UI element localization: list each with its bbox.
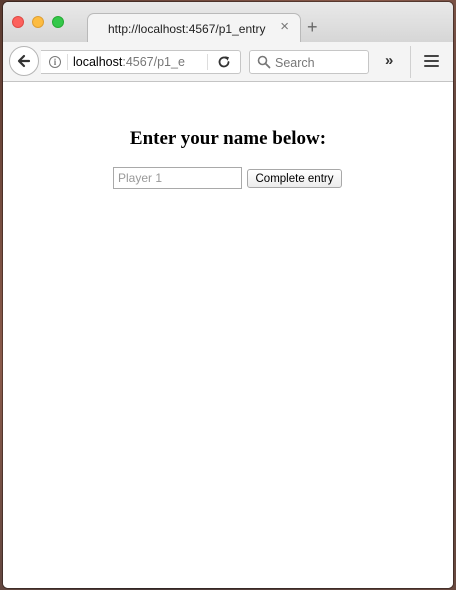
- search-bar[interactable]: Search: [249, 50, 369, 74]
- close-window-button[interactable]: [12, 16, 24, 28]
- new-tab-button[interactable]: +: [307, 18, 318, 36]
- page-heading: Enter your name below:: [129, 128, 327, 149]
- name-input[interactable]: [113, 167, 242, 189]
- browser-tab[interactable]: http://localhost:4567/p1_entry ×: [87, 13, 301, 44]
- tab-title: http://localhost:4567/p1_entry: [108, 22, 266, 36]
- minimize-window-button[interactable]: [32, 16, 44, 28]
- maximize-window-button[interactable]: [52, 16, 64, 28]
- title-bar: http://localhost:4567/p1_entry × +: [3, 2, 453, 44]
- tab-close-icon[interactable]: ×: [280, 19, 289, 35]
- navigation-toolbar: i localhost:4567/p1_e Search »: [3, 42, 453, 82]
- url-host: localhost: [73, 55, 123, 69]
- complete-entry-button[interactable]: Complete entry: [247, 169, 342, 188]
- url-path: :4567/p1_e: [122, 55, 185, 69]
- toolbar-divider: [410, 46, 411, 78]
- overflow-chevron-icon[interactable]: »: [385, 53, 393, 69]
- reload-icon[interactable]: [217, 55, 231, 69]
- back-button[interactable]: [9, 46, 39, 76]
- hamburger-menu-icon[interactable]: [424, 55, 439, 70]
- site-info-icon[interactable]: i: [49, 56, 61, 68]
- url-divider: [67, 54, 68, 70]
- address-bar[interactable]: i localhost:4567/p1_e: [41, 50, 241, 74]
- search-placeholder: Search: [275, 56, 315, 70]
- back-arrow-icon: [17, 54, 31, 68]
- page-content: Enter your name below: Complete entry: [3, 82, 453, 588]
- search-icon: [257, 55, 271, 69]
- url-text[interactable]: localhost:4567/p1_e: [73, 55, 185, 69]
- url-divider: [207, 54, 208, 70]
- browser-window: http://localhost:4567/p1_entry × + i loc…: [3, 2, 453, 588]
